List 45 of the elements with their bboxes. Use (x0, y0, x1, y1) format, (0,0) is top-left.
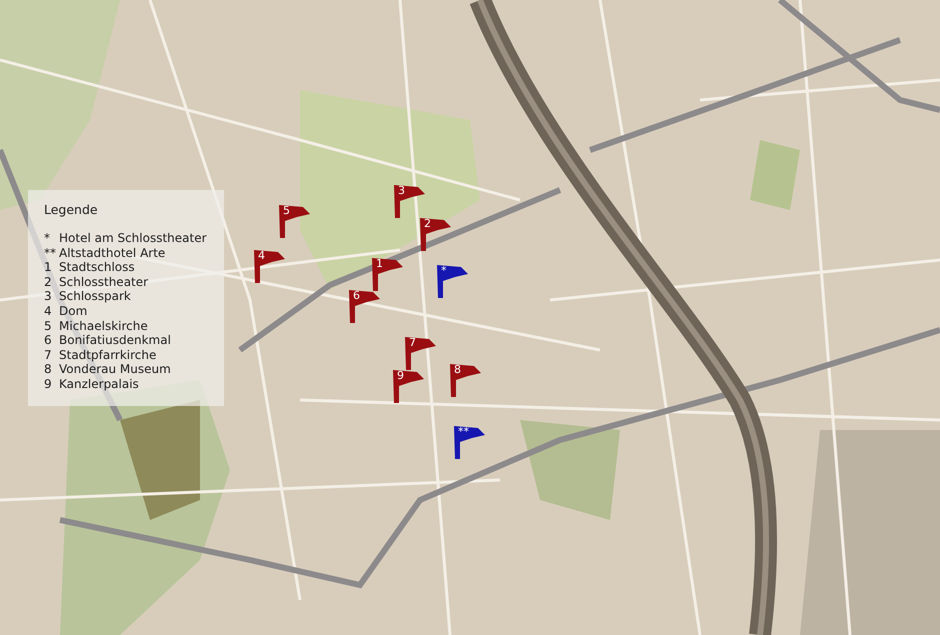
legend-mark: 1 (44, 260, 53, 275)
marker-label: * (441, 265, 446, 277)
marker-label: 3 (398, 185, 405, 197)
legend-entry: Schlosspark (59, 289, 131, 304)
flag-marker[interactable]: 5 (277, 203, 311, 239)
legend-entry: Bonifatiusdenkmal (59, 333, 171, 348)
legend-title: Legende (44, 202, 99, 217)
legend-mark: 2 (44, 274, 53, 290)
legend-entry: Dom (59, 304, 88, 319)
flag-marker[interactable]: 4 (252, 248, 286, 284)
legend-mark: 6 (44, 333, 53, 348)
marker-label: 4 (258, 250, 265, 262)
legend-entry: Michaelskirche (59, 318, 148, 334)
legend-entry: Vonderau Museum (59, 362, 171, 377)
flag-marker[interactable]: ** (452, 424, 486, 460)
legend-mark: 4 (44, 304, 53, 319)
legend-mark: ** (44, 246, 57, 260)
legend-entry: Stadtschloss (59, 260, 135, 275)
marker-label: 9 (397, 370, 404, 382)
legend-mark: 8 (44, 362, 53, 377)
marker-label: 5 (283, 205, 290, 217)
legend-mark: 7 (44, 348, 53, 362)
flag-marker[interactable]: * (435, 263, 469, 299)
marker-label: 7 (409, 337, 416, 349)
marker-label: 8 (454, 364, 461, 376)
legend-entry: Kanzlerpalais (59, 376, 139, 392)
flag-marker[interactable]: 1 (370, 256, 404, 292)
legend-mark: 9 (44, 376, 53, 392)
flag-marker[interactable]: 3 (392, 183, 426, 219)
marker-label: 2 (424, 218, 431, 230)
flag-marker[interactable]: 2 (418, 216, 452, 252)
marker-label: 6 (353, 290, 360, 302)
marker-label: 1 (376, 258, 383, 270)
flag-marker[interactable]: 6 (347, 288, 381, 324)
flag-marker[interactable]: 9 (391, 368, 425, 404)
legend-mark: * (44, 231, 51, 246)
legend-entry: Schlosstheater (59, 274, 148, 290)
legend-mark: 3 (44, 289, 53, 304)
flag-marker[interactable]: 8 (448, 362, 482, 398)
legend-entry: Hotel am Schlosstheater (59, 231, 207, 246)
legend-entry: Stadtpfarrkirche (59, 348, 156, 362)
legend-entry: Altstadthotel Arte (59, 246, 166, 260)
legend-mark: 5 (44, 318, 53, 334)
flag-marker[interactable]: 7 (403, 335, 437, 371)
marker-label: ** (458, 426, 469, 438)
